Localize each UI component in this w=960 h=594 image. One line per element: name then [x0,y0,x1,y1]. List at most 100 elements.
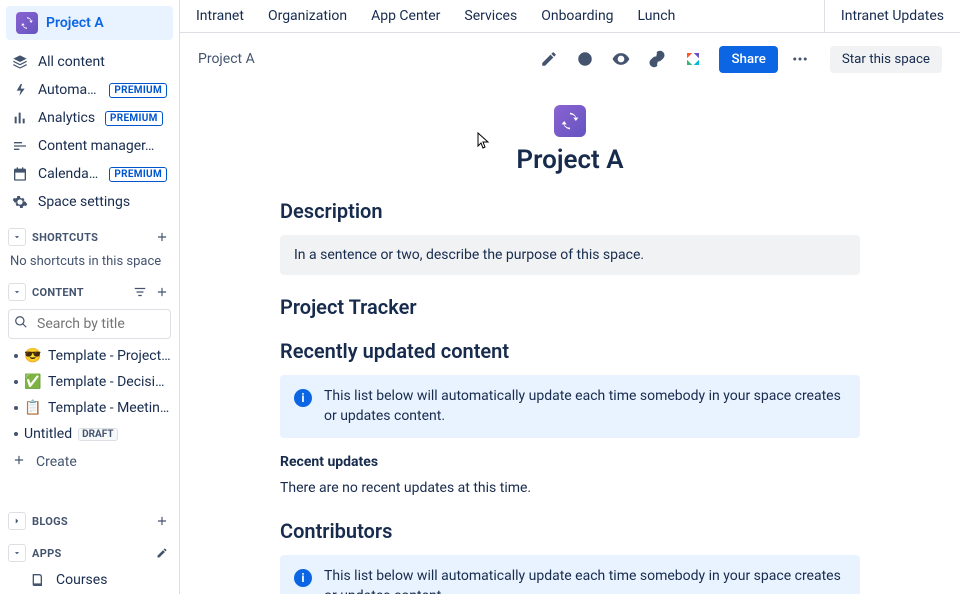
bolt-icon [12,82,28,98]
app-label: Courses [56,572,107,588]
sliders-icon [12,138,28,154]
info-panel-recent: i This list below will automatically upd… [280,375,860,438]
filter-button[interactable] [131,283,149,301]
topnav-lunch[interactable]: Lunch [638,8,676,24]
nav-label: All content [38,54,105,70]
tree-item[interactable]: ✅ Template - Decision ... [0,369,179,395]
content-inner: Project A Description In a sentence or t… [230,85,910,594]
nav-label: Calendars [38,166,99,182]
watch-button[interactable] [607,45,635,73]
gear-icon [12,194,28,210]
top-nav: Intranet Organization App Center Service… [180,8,824,24]
nav-label: Automation [38,82,99,98]
shortcuts-empty: No shortcuts in this space [0,250,179,273]
description-panel: In a sentence or two, describe the purpo… [280,235,860,275]
chevron-down-icon[interactable] [8,228,26,246]
info-text: This list below will automatically updat… [324,567,846,594]
topnav-services[interactable]: Services [464,8,517,24]
tree-item[interactable]: 📋 Template - Meeting ... [0,395,179,421]
bullet-icon [14,432,18,436]
shortcuts-header: SHORTCUTS [0,224,179,250]
page-header: Project A Share Star this space [180,33,960,85]
add-blog-button[interactable] [153,512,171,530]
topnav-organization[interactable]: Organization [268,8,347,24]
info-panel-contributors: i This list below will automatically upd… [280,555,860,594]
apps-header: APPS [0,540,179,566]
section-title: SHORTCUTS [32,231,153,244]
premium-badge: PREMIUM [109,83,167,98]
nav-content-manager[interactable]: Content manager… [0,132,179,160]
nav-all-content[interactable]: All content [0,48,179,76]
nav-automation[interactable]: Automation PREMIUM [0,76,179,104]
search-icon [14,315,28,333]
heading-recent-updates: Recent updates [280,454,860,470]
chart-icon [12,110,28,126]
info-icon: i [294,389,312,407]
content-scroll[interactable]: Project A Description In a sentence or t… [180,85,960,594]
space-logo-icon [16,12,38,34]
bullet-icon [14,406,18,410]
nav-calendars[interactable]: Calendars PREMIUM [0,160,179,188]
section-title: APPS [32,547,153,560]
space-header[interactable]: Project A [6,6,173,40]
no-updates-text: There are no recent updates at this time… [280,478,860,499]
edit-button[interactable] [535,45,563,73]
topnav-right: Intranet Updates [824,0,960,32]
content-tree: 😎 Template - Project p... ✅ Template - D… [0,343,179,447]
edit-apps-button[interactable] [153,544,171,562]
tree-label: Template - Meeting ... [48,400,171,416]
page-logo-icon [554,105,586,137]
topnav-intranet[interactable]: Intranet [196,8,244,24]
draft-badge: DRAFT [78,428,117,441]
topbar: Intranet Organization App Center Service… [180,0,960,33]
chevron-down-icon[interactable] [8,544,26,562]
chevron-down-icon[interactable] [8,283,26,301]
star-space-button[interactable]: Star this space [830,46,942,73]
emoji-icon: ✅ [24,374,42,390]
tree-item[interactable]: 😎 Template - Project p... [0,343,179,369]
heading-recent: Recently updated content [280,339,860,363]
share-button[interactable]: Share [719,46,777,73]
plus-icon [12,453,26,471]
topnav-onboarding[interactable]: Onboarding [541,8,613,24]
tree-item[interactable]: Untitled DRAFT [0,421,179,447]
nav-space-settings[interactable]: Space settings [0,188,179,216]
comment-button[interactable] [571,45,599,73]
nav-label: Space settings [38,194,130,210]
add-content-button[interactable] [153,283,171,301]
description-placeholder: In a sentence or two, describe the purpo… [294,247,644,263]
app-switcher-icon[interactable] [679,45,707,73]
create-label: Create [36,454,77,470]
app-courses[interactable]: Courses [0,566,179,594]
emoji-icon: 📋 [24,400,42,416]
create-button[interactable]: Create [0,447,179,477]
book-icon [30,572,46,588]
intranet-updates-link[interactable]: Intranet Updates [841,8,944,24]
section-title: BLOGS [32,515,153,528]
blogs-header: BLOGS [0,508,179,534]
topnav-app-center[interactable]: App Center [371,8,440,24]
chevron-right-icon[interactable] [8,512,26,530]
heading-tracker: Project Tracker [280,295,860,319]
add-shortcut-button[interactable] [153,228,171,246]
tree-label: Template - Project p... [48,348,171,364]
bullet-icon [14,354,18,358]
info-icon: i [294,569,312,587]
nav-label: Content manager… [38,138,154,154]
breadcrumb[interactable]: Project A [198,51,527,67]
page-title: Project A [280,145,860,175]
premium-badge: PREMIUM [105,111,163,126]
nav-analytics[interactable]: Analytics PREMIUM [0,104,179,132]
section-title: CONTENT [32,286,131,299]
tree-label: Untitled [24,426,72,442]
more-button[interactable] [786,45,814,73]
sidebar: Project A All content Automation PREMIUM… [0,0,180,594]
info-text: This list below will automatically updat… [324,387,846,426]
heading-description: Description [280,199,860,223]
content-header: CONTENT [0,279,179,305]
main: Intranet Organization App Center Service… [180,0,960,594]
link-button[interactable] [643,45,671,73]
premium-badge: PREMIUM [109,167,167,182]
search-input[interactable] [8,309,171,339]
space-name: Project A [46,15,104,31]
